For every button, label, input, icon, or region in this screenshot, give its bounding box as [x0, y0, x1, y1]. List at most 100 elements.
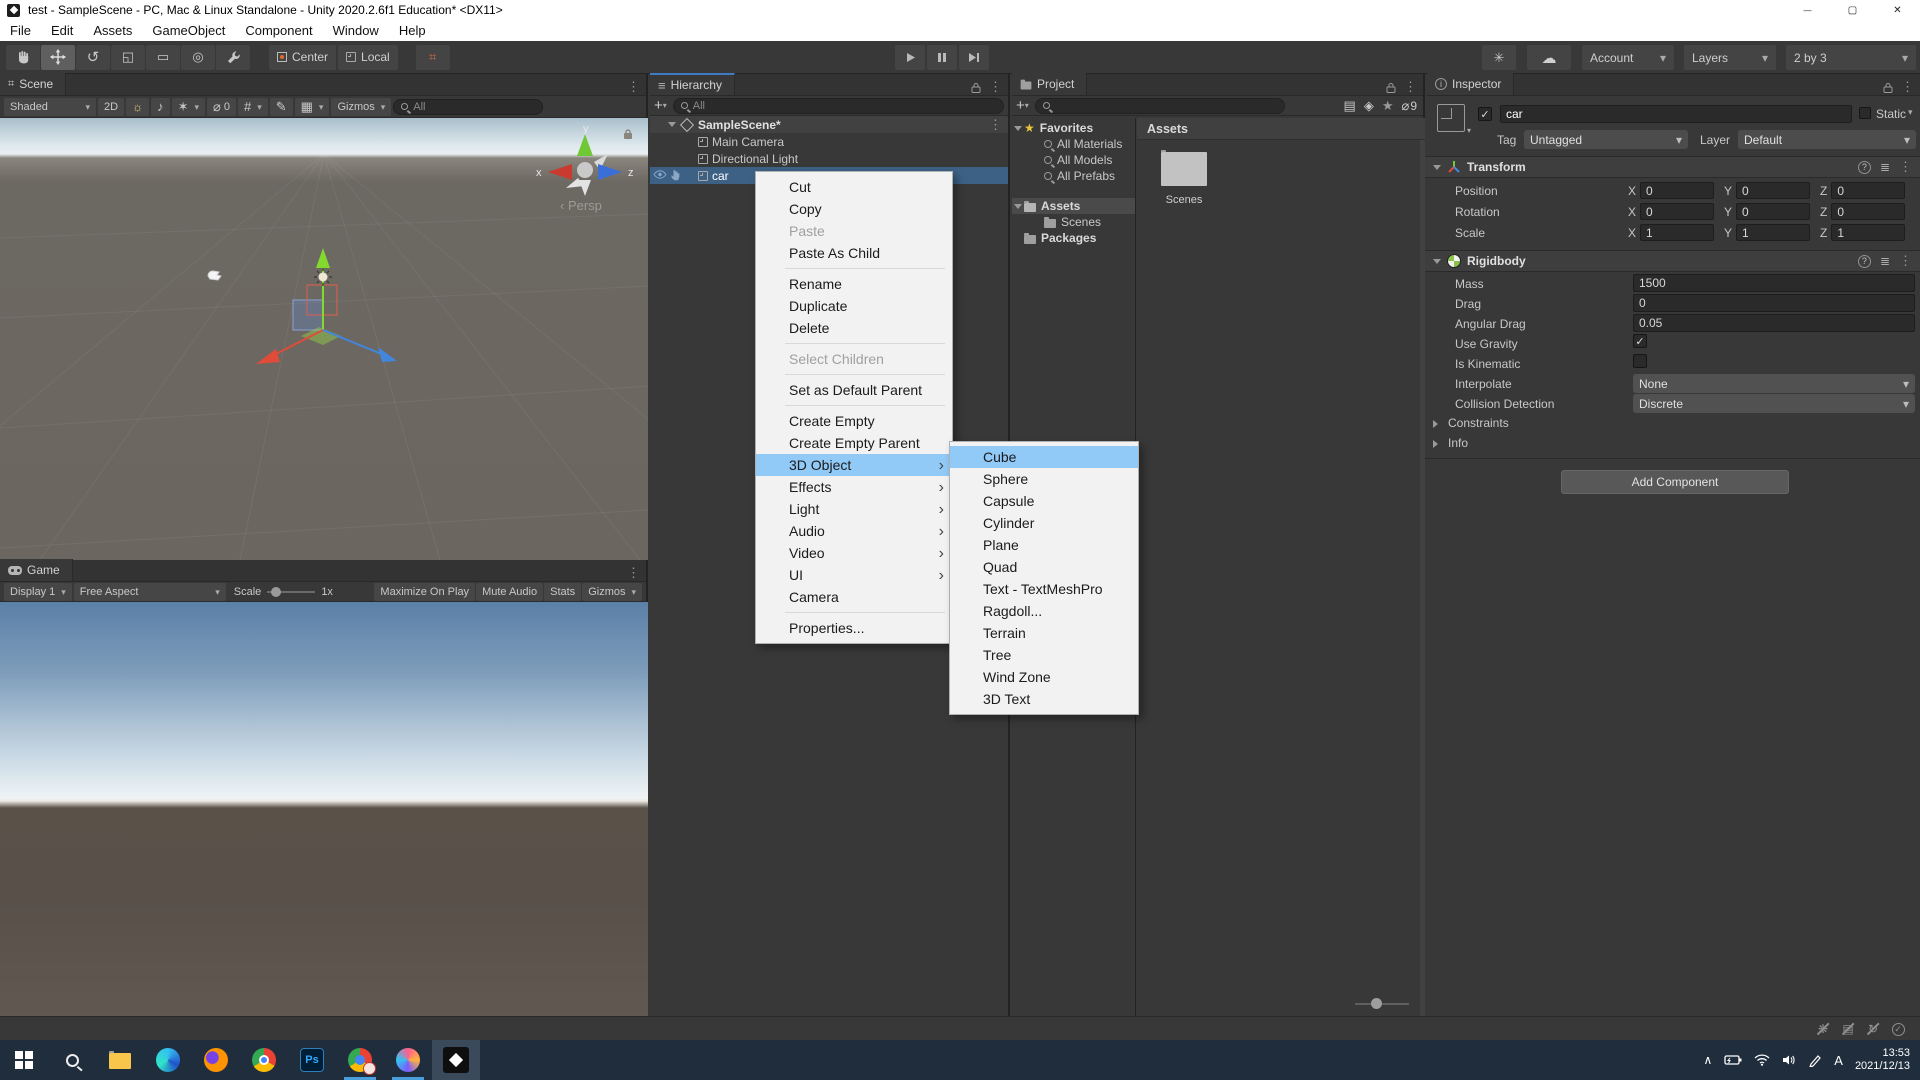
menu-item[interactable]: Assets — [83, 20, 142, 41]
context-menu-item[interactable]: Video — [756, 542, 952, 564]
drag-field[interactable]: 0 — [1633, 294, 1915, 312]
gameobject-icon[interactable]: ▾ — [1437, 104, 1465, 132]
foldout-arrow-icon[interactable] — [1433, 165, 1441, 170]
context-menu-item[interactable]: Paste As Child — [756, 242, 952, 264]
submenu-item[interactable]: Cylinder — [950, 512, 1138, 534]
submenu-item[interactable]: Quad — [950, 556, 1138, 578]
foldout-arrow-icon[interactable] — [1433, 259, 1441, 264]
tray-chevron-icon[interactable]: ∧ — [1703, 1053, 1712, 1067]
scene-effects-icon[interactable]: ✶ — [172, 98, 205, 116]
submenu-item[interactable]: Cube — [950, 446, 1138, 468]
aspect-dropdown[interactable]: Free Aspect — [74, 583, 226, 601]
file-explorer-icon[interactable] — [96, 1040, 144, 1080]
submenu-item[interactable]: 3D Text — [950, 688, 1138, 710]
interpolate-dropdown[interactable]: None — [1633, 374, 1915, 393]
chrome-profile-icon[interactable] — [336, 1040, 384, 1080]
hand-tool-icon[interactable] — [6, 45, 40, 70]
rect-tool-icon[interactable]: ▭ — [146, 45, 180, 70]
scale-tool-icon[interactable]: ◱ — [111, 45, 145, 70]
game-viewport[interactable] — [0, 602, 648, 1016]
orientation-toggle-button[interactable]: Local — [338, 45, 398, 70]
ime-indicator[interactable]: A — [1834, 1053, 1843, 1068]
project-tree-item[interactable]: All Models — [1012, 152, 1135, 168]
paint-app-icon[interactable] — [384, 1040, 432, 1080]
hierarchy-menu-kebab-icon[interactable] — [989, 79, 1002, 95]
pivot-toggle-button[interactable]: Center — [269, 45, 336, 70]
project-tree-item[interactable]: Scenes — [1012, 214, 1135, 230]
asset-folder-item[interactable]: Scenes — [1151, 152, 1217, 206]
scene-gizmos-dropdown[interactable]: Gizmos — [331, 98, 391, 116]
axis-value-field[interactable]: 0 — [1831, 203, 1905, 220]
search-by-type-icon[interactable]: ▤ — [1344, 98, 1356, 114]
edge-icon[interactable] — [144, 1040, 192, 1080]
axis-value-field[interactable]: 0 — [1831, 182, 1905, 199]
foldout-arrow-icon[interactable] — [1014, 204, 1022, 209]
static-checkbox[interactable] — [1859, 107, 1871, 119]
menu-item[interactable]: GameObject — [142, 20, 235, 41]
submenu-item[interactable]: Plane — [950, 534, 1138, 556]
cache-disabled-icon[interactable]: ▤ — [1839, 1021, 1857, 1037]
auto-refresh-disabled-icon[interactable]: ↻ — [1864, 1021, 1882, 1037]
rigidbody-header[interactable]: Rigidbody — [1425, 250, 1920, 272]
context-menu-item[interactable]: Copy — [756, 198, 952, 220]
display-dropdown[interactable]: Display 1 — [4, 583, 72, 601]
context-menu-item[interactable]: 3D Object — [756, 454, 952, 476]
axis-value-field[interactable]: 0 — [1640, 182, 1714, 199]
tab-inspector[interactable]: Inspector — [1427, 73, 1514, 95]
taskbar-search-icon[interactable] — [48, 1040, 96, 1080]
tab-game[interactable]: Game — [0, 559, 73, 581]
status-ok-icon[interactable]: ✓ — [1889, 1021, 1907, 1037]
submenu-item[interactable]: Tree — [950, 644, 1138, 666]
axis-value-field[interactable]: 0 — [1736, 182, 1810, 199]
help-icon[interactable] — [1858, 255, 1871, 268]
mass-field[interactable]: 1500 — [1633, 274, 1915, 292]
axis-value-field[interactable]: 0 — [1640, 203, 1714, 220]
scene-menu-kebab-icon[interactable] — [627, 79, 640, 95]
minimize-button[interactable] — [1785, 0, 1830, 20]
context-menu-item[interactable]: Delete — [756, 317, 952, 339]
favorites-filter-icon[interactable]: ★ — [1382, 98, 1394, 114]
project-menu-kebab-icon[interactable] — [1404, 79, 1417, 95]
hierarchy-item[interactable]: Main Camera — [650, 133, 1008, 150]
layers-dropdown[interactable]: Layers — [1684, 45, 1776, 70]
constraints-foldout-icon[interactable] — [1433, 420, 1438, 428]
scene-audio-icon[interactable]: ♪ — [151, 98, 170, 116]
close-button[interactable] — [1875, 0, 1920, 20]
tag-dropdown[interactable]: Untagged — [1524, 130, 1688, 149]
context-menu-item[interactable]: Cut — [756, 176, 952, 198]
context-menu-item[interactable]: Effects — [756, 476, 952, 498]
context-menu-item[interactable]: Audio — [756, 520, 952, 542]
menu-item[interactable]: Help — [389, 20, 436, 41]
info-label[interactable]: Info — [1448, 436, 1468, 450]
menu-item[interactable]: File — [0, 20, 41, 41]
context-menu-item[interactable]: Create Empty Parent — [756, 432, 952, 454]
collision-detection-dropdown[interactable]: Discrete — [1633, 394, 1915, 413]
project-tree-item[interactable]: All Materials — [1012, 136, 1135, 152]
add-component-button[interactable]: Add Component — [1561, 470, 1789, 494]
context-menu-item[interactable]: Light — [756, 498, 952, 520]
menu-item[interactable]: Component — [235, 20, 322, 41]
thumbnail-size-slider[interactable] — [1355, 998, 1409, 1010]
game-gizmos-dropdown[interactable]: Gizmos — [582, 583, 642, 601]
search-by-label-icon[interactable]: ◈ — [1364, 98, 1374, 114]
angular-drag-field[interactable]: 0.05 — [1633, 314, 1915, 332]
context-menu-item[interactable]: Set as Default Parent — [756, 379, 952, 401]
speaker-icon[interactable] — [1782, 1054, 1796, 1066]
component-kebab-icon[interactable] — [1899, 253, 1912, 269]
visibility-eye-icon[interactable] — [653, 169, 667, 180]
axis-value-field[interactable]: 1 — [1736, 224, 1810, 241]
account-dropdown[interactable]: Account — [1582, 45, 1674, 70]
move-gizmo[interactable] — [240, 238, 420, 398]
create-object-button[interactable]: +▾ — [654, 100, 667, 112]
context-menu-item[interactable]: Select Children — [756, 348, 952, 370]
unity-taskbar-icon[interactable] — [432, 1040, 480, 1080]
photoshop-icon[interactable]: Ps — [288, 1040, 336, 1080]
pause-button[interactable] — [927, 45, 957, 70]
tab-hierarchy[interactable]: Hierarchy — [650, 73, 735, 95]
lock-icon[interactable] — [1883, 82, 1893, 93]
start-button[interactable] — [0, 1040, 48, 1080]
foldout-arrow-icon[interactable] — [1014, 126, 1022, 131]
scene-row-kebab-icon[interactable] — [989, 117, 1002, 133]
menu-item[interactable]: Window — [323, 20, 389, 41]
constraints-label[interactable]: Constraints — [1448, 416, 1509, 430]
